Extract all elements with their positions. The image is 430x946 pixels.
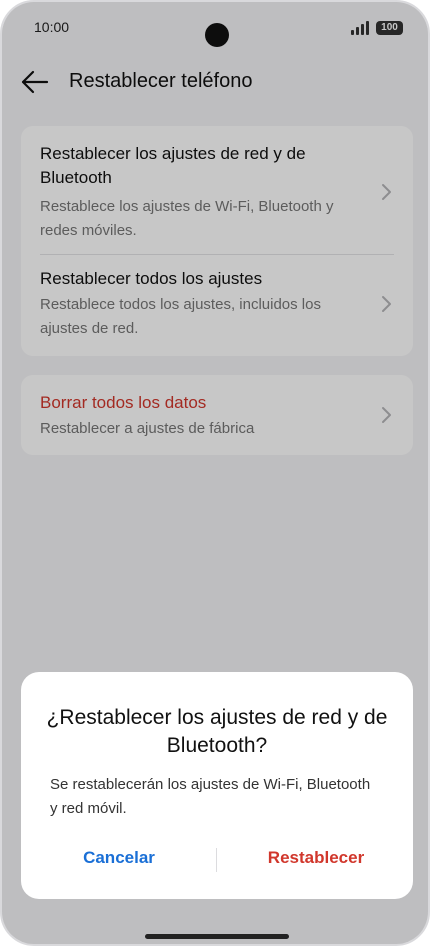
home-indicator[interactable]: [145, 934, 289, 939]
confirm-dialog: ¿Restablecer los ajustes de red y de Blu…: [21, 672, 413, 899]
reset-button[interactable]: Restablecer: [251, 848, 381, 868]
dialog-message: Se restablecerán los ajustes de Wi-Fi, B…: [50, 776, 371, 817]
cancel-button[interactable]: Cancelar: [61, 848, 177, 868]
dialog-title: ¿Restablecer los ajustes de red y de Blu…: [46, 706, 388, 757]
button-divider: [216, 848, 217, 872]
phone-screen: 10:00 100 Restablecer teléfono Restablec…: [0, 0, 430, 946]
